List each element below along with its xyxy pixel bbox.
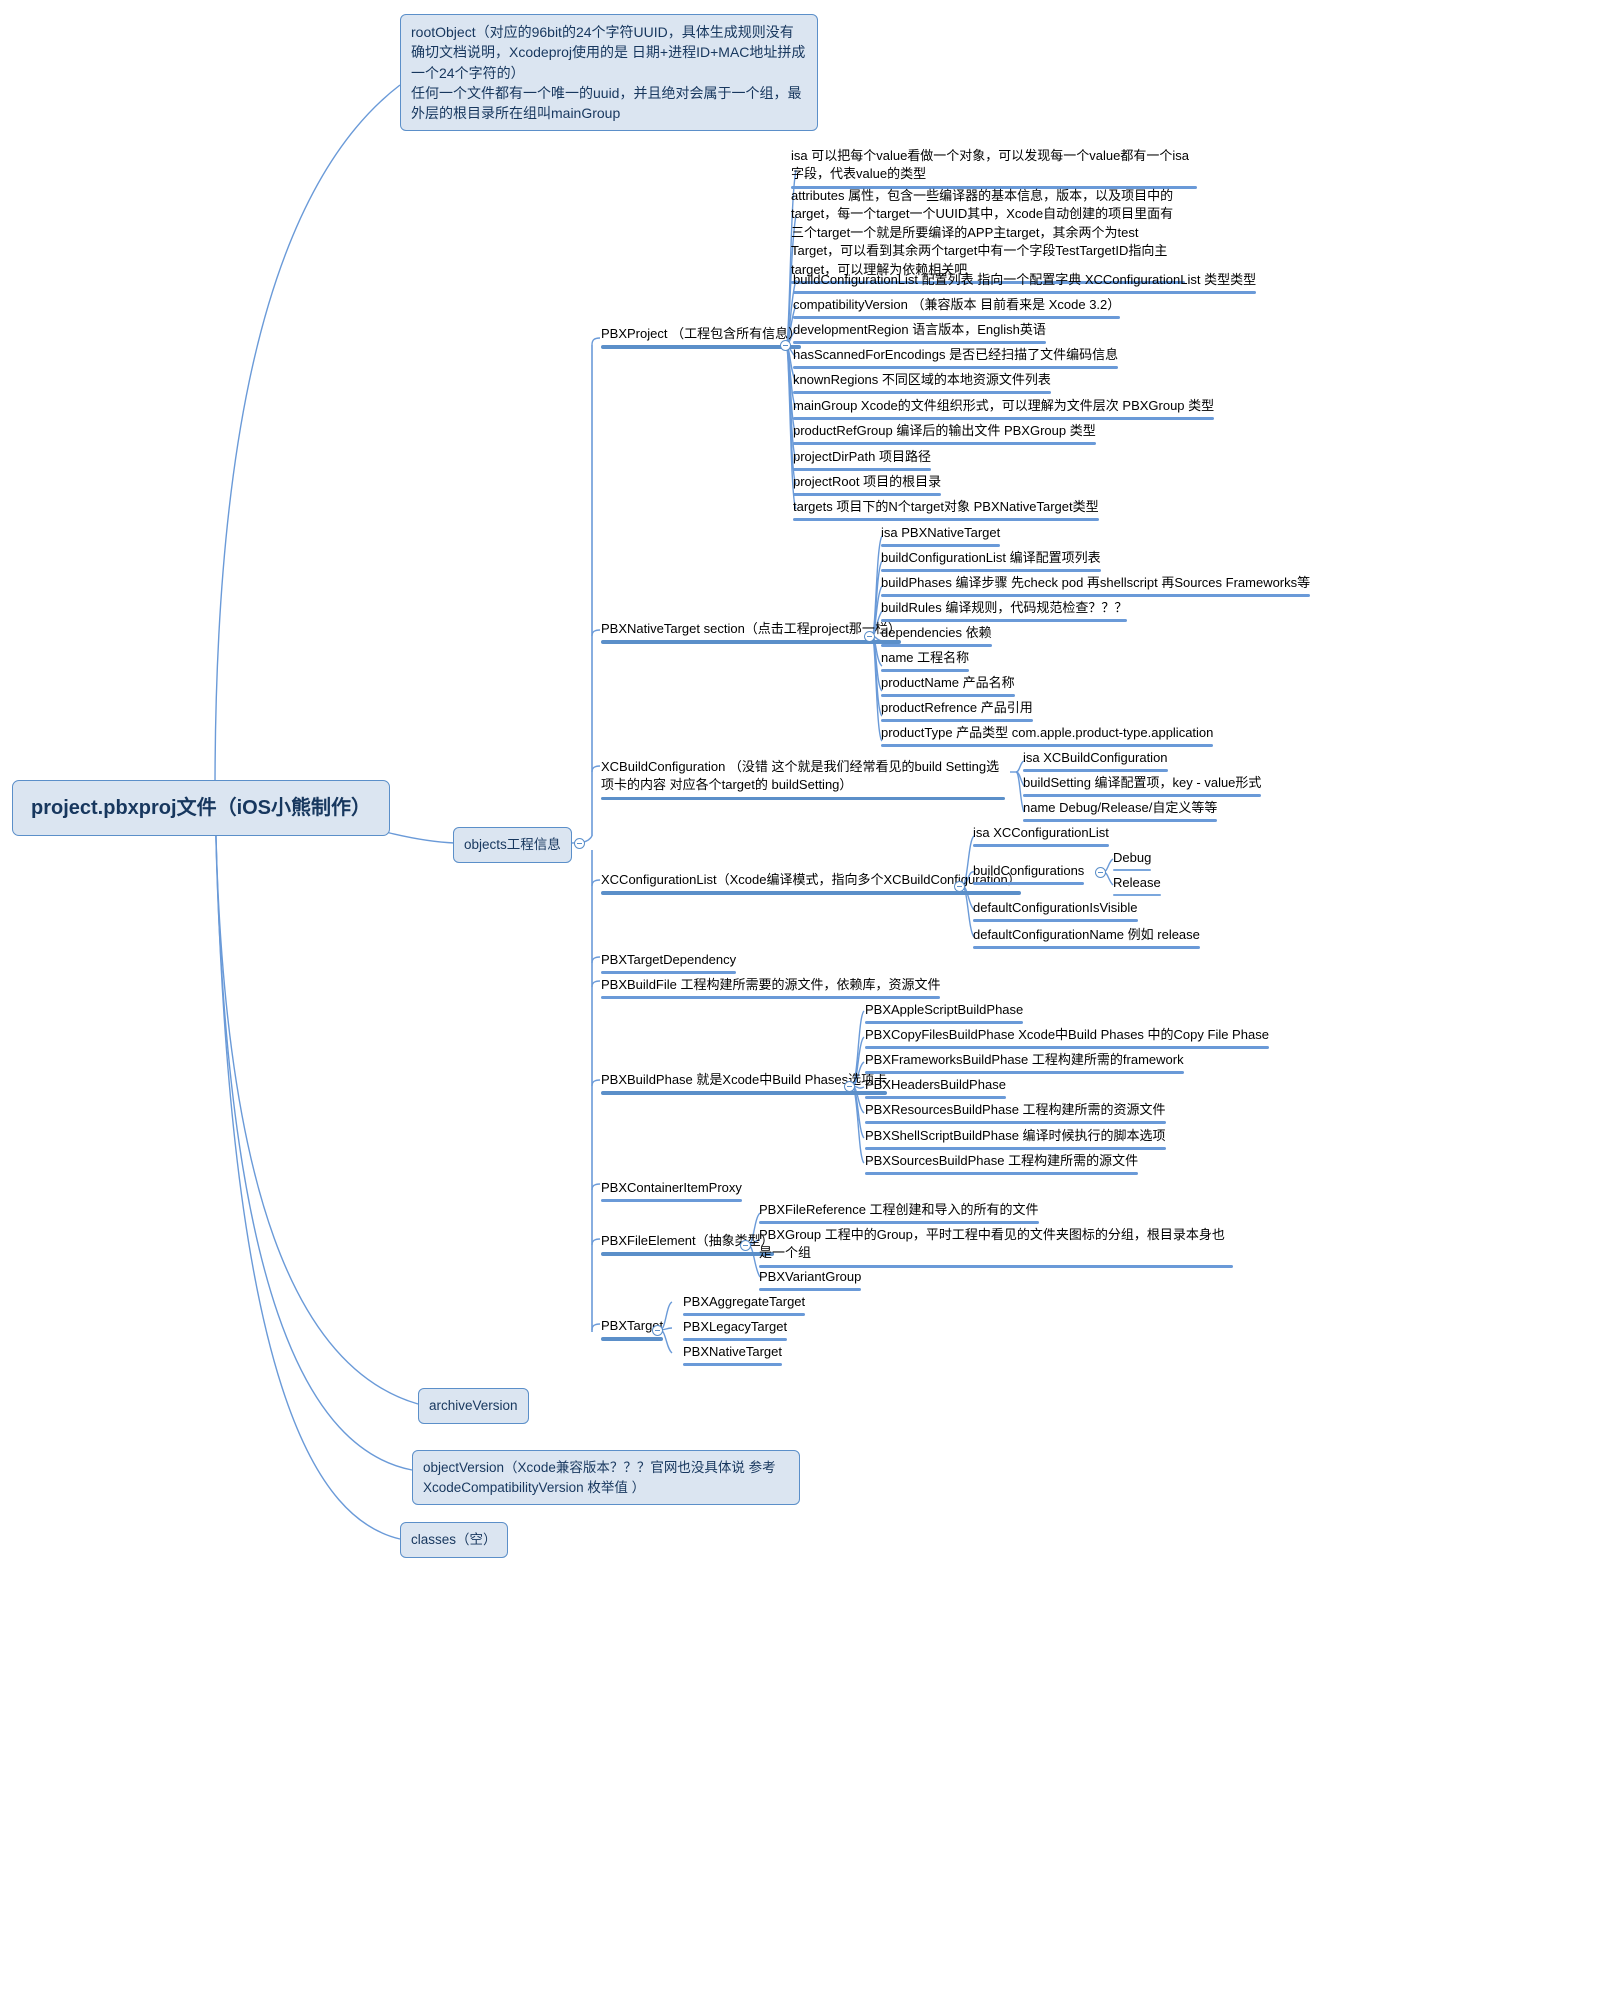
node-xcbc-isa[interactable]: isa XCBuildConfiguration [1020, 748, 1171, 775]
node-tgt-legacy[interactable]: PBXLegacyTarget [680, 1317, 790, 1344]
node-tgt-native[interactable]: PBXNativeTarget [680, 1342, 785, 1369]
mindmap-canvas: project.pbxproj文件（iOS小熊制作） rootObject（对应… [0, 0, 1598, 1989]
node-pbx-target-dependency[interactable]: PBXTargetDependency [598, 950, 739, 977]
toggle-pbx-target[interactable] [652, 1325, 663, 1336]
node-archive-version[interactable]: archiveVersion [418, 1388, 529, 1424]
node-objects[interactable]: objects工程信息 [453, 827, 572, 863]
node-pbx-project[interactable]: PBXProject （工程包含所有信息） [598, 324, 804, 352]
node-pbx-build-file[interactable]: PBXBuildFile 工程构建所需要的源文件，依赖库，资源文件 [598, 975, 943, 1002]
node-nt-dependencies[interactable]: dependencies 依赖 [878, 623, 995, 650]
node-nt-productType[interactable]: productType 产品类型 com.apple.product-type.… [878, 723, 1216, 750]
node-buildconfig-debug[interactable]: Debug [1110, 848, 1154, 874]
node-fe-group[interactable]: PBXGroup 工程中的Group，平时工程中看见的文件夹图标的分组，根目录本… [756, 1225, 1236, 1271]
node-bp-applescript[interactable]: PBXAppleScriptBuildPhase [862, 1000, 1026, 1027]
node-bp-headers[interactable]: PBXHeadersBuildPhase [862, 1075, 1009, 1102]
node-archive-version-label: archiveVersion [429, 1398, 518, 1413]
node-bp-resources[interactable]: PBXResourcesBuildPhase 工程构建所需的资源文件 [862, 1100, 1169, 1127]
node-project-compatibilityVersion[interactable]: compatibilityVersion （兼容版本 目前看来是 Xcode 3… [790, 295, 1123, 322]
callout-root-object-text: rootObject（对应的96bit的24个字符UUID，具体生成规则没有确切… [411, 24, 806, 122]
node-objects-label: objects工程信息 [464, 837, 561, 852]
node-classes-label: classes（空） [411, 1532, 497, 1547]
node-xccl-isa[interactable]: isa XCConfigurationList [970, 823, 1112, 850]
node-xc-build-configuration[interactable]: XCBuildConfiguration （没错 这个就是我们经常看见的buil… [598, 757, 1008, 803]
node-classes[interactable]: classes（空） [400, 1522, 508, 1558]
root-node[interactable]: project.pbxproj文件（iOS小熊制作） [12, 780, 391, 836]
callout-root-object[interactable]: rootObject（对应的96bit的24个字符UUID，具体生成规则没有确切… [400, 14, 818, 132]
node-project-projectDirPath[interactable]: projectDirPath 项目路径 [790, 447, 934, 474]
node-nt-productName[interactable]: productName 产品名称 [878, 673, 1018, 700]
node-nt-productRefrence[interactable]: productRefrence 产品引用 [878, 698, 1036, 725]
node-project-productRefGroup[interactable]: productRefGroup 编译后的输出文件 PBXGroup 类型 [790, 421, 1099, 448]
node-project-developmentRegion[interactable]: developmentRegion 语言版本，English英语 [790, 320, 1049, 347]
toggle-pbx-file-element[interactable] [740, 1240, 751, 1251]
node-project-knownRegions[interactable]: knownRegions 不同区域的本地资源文件列表 [790, 370, 1054, 397]
node-pbx-container-item-proxy[interactable]: PBXContainerItemProxy [598, 1178, 745, 1205]
node-nt-isa[interactable]: isa PBXNativeTarget [878, 523, 1003, 550]
node-nt-buildConfigurationList[interactable]: buildConfigurationList 编译配置项列表 [878, 548, 1104, 575]
node-bp-frameworks[interactable]: PBXFrameworksBuildPhase 工程构建所需的framework [862, 1050, 1187, 1077]
node-xccl-defaultConfigurationIsVisible[interactable]: defaultConfigurationIsVisible [970, 898, 1141, 925]
node-xccl-defaultConfigurationName[interactable]: defaultConfigurationName 例如 release [970, 925, 1203, 952]
toggle-xc-configuration-list[interactable] [954, 881, 965, 892]
node-bp-copyfiles[interactable]: PBXCopyFilesBuildPhase Xcode中Build Phase… [862, 1025, 1272, 1052]
node-object-version[interactable]: objectVersion（Xcode兼容版本？？？官网也没具体说 参考 Xco… [412, 1450, 800, 1506]
toggle-objects[interactable] [574, 838, 585, 849]
node-project-projectRoot[interactable]: projectRoot 项目的根目录 [790, 472, 944, 499]
node-project-buildConfigurationList[interactable]: buildConfigurationList 配置列表 指向一个配置字典 XCC… [790, 270, 1259, 297]
node-project-hasScannedForEncodings[interactable]: hasScannedForEncodings 是否已经扫描了文件编码信息 [790, 345, 1121, 372]
node-project-targets[interactable]: targets 项目下的N个target对象 PBXNativeTarget类型 [790, 497, 1102, 524]
node-nt-buildRules[interactable]: buildRules 编译规则，代码规范检查？？？ [878, 598, 1130, 625]
toggle-pbx-build-phase[interactable] [844, 1081, 855, 1092]
node-xcbc-buildSetting[interactable]: buildSetting 编译配置项，key - value形式 [1020, 773, 1264, 800]
node-buildconfig-release[interactable]: Release [1110, 873, 1164, 899]
node-xcbc-name[interactable]: name Debug/Release/自定义等等 [1020, 798, 1220, 825]
toggle-pbx-native-target[interactable] [864, 631, 875, 642]
node-bp-shellscript[interactable]: PBXShellScriptBuildPhase 编译时候执行的脚本选项 [862, 1126, 1169, 1153]
node-fe-filereference[interactable]: PBXFileReference 工程创建和导入的所有的文件 [756, 1200, 1042, 1227]
node-nt-buildPhases[interactable]: buildPhases 编译步骤 先check pod 再shellscript… [878, 573, 1313, 600]
node-nt-name[interactable]: name 工程名称 [878, 648, 972, 675]
node-object-version-label: objectVersion（Xcode兼容版本？？？官网也没具体说 参考 Xco… [423, 1460, 776, 1495]
node-bp-sources[interactable]: PBXSourcesBuildPhase 工程构建所需的源文件 [862, 1151, 1141, 1178]
node-tgt-aggregate[interactable]: PBXAggregateTarget [680, 1292, 808, 1319]
node-xccl-buildConfigurations[interactable]: buildConfigurations [970, 861, 1087, 888]
node-pbx-native-target-section[interactable]: PBXNativeTarget section（点击工程project那一栏） [598, 619, 904, 647]
toggle-build-configurations[interactable] [1095, 867, 1106, 878]
node-project-mainGroup[interactable]: mainGroup Xcode的文件组织形式，可以理解为文件层次 PBXGrou… [790, 396, 1217, 423]
node-fe-variantgroup[interactable]: PBXVariantGroup [756, 1267, 864, 1294]
